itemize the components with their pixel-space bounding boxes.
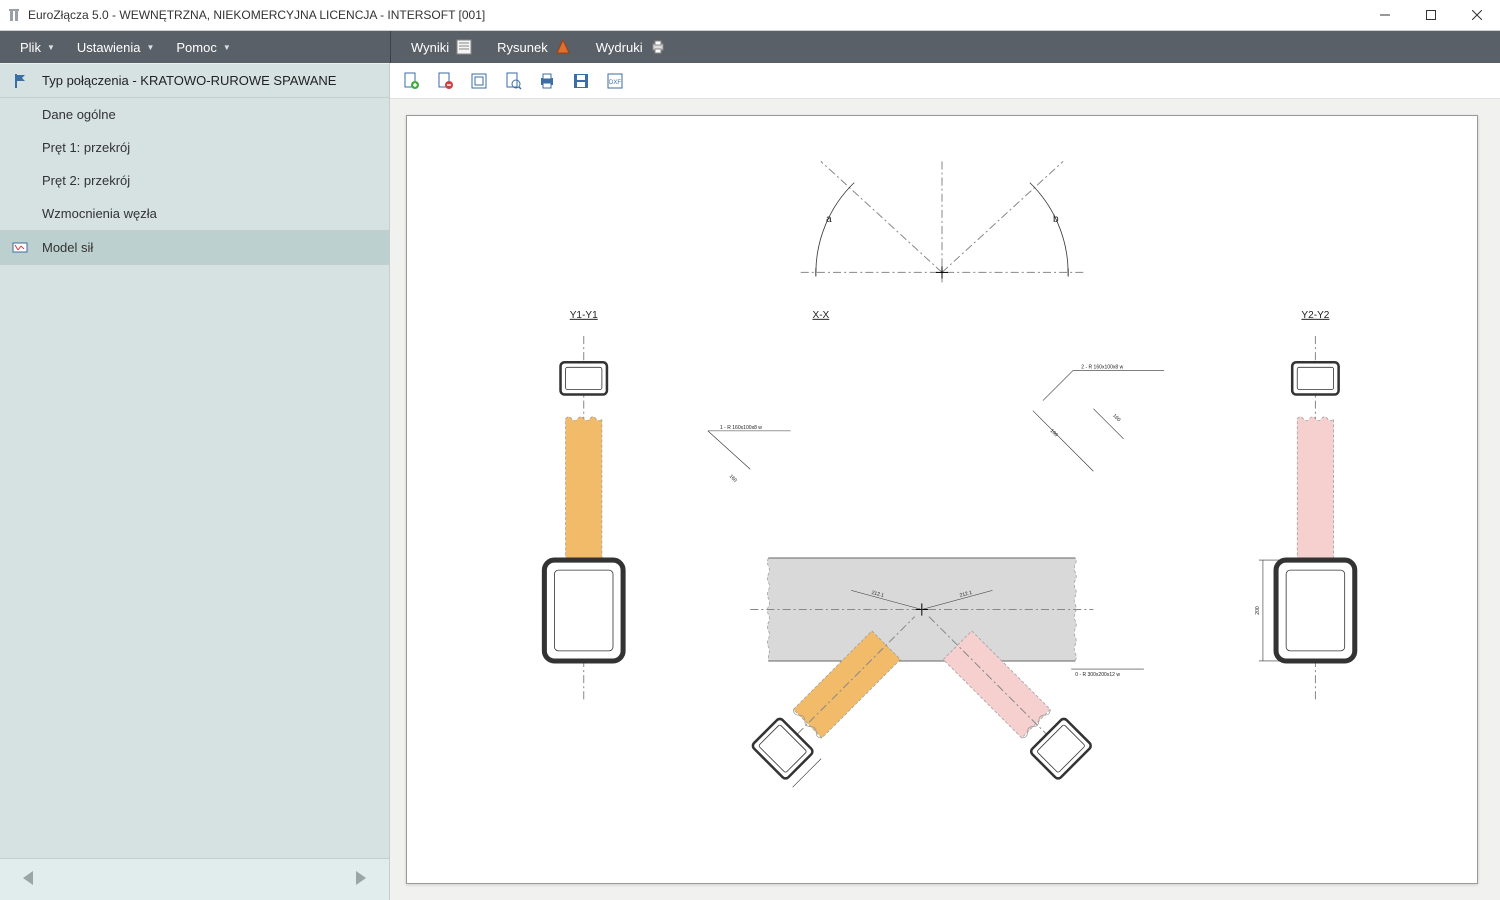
menu-wydruki[interactable]: Wydruki xyxy=(588,32,675,62)
print-icon[interactable] xyxy=(536,70,558,92)
svg-text:0 - R 300x200x12 w: 0 - R 300x200x12 w xyxy=(1075,672,1120,678)
workspace: Typ połączenia - KRATOWO-RUROWE SPAWANE … xyxy=(0,63,1500,900)
angle-diagram: a b xyxy=(801,161,1084,284)
page-zoom-icon[interactable] xyxy=(502,70,524,92)
svg-text:DXF: DXF xyxy=(609,80,621,86)
new-page-plus-icon[interactable] xyxy=(400,70,422,92)
dxf-export-icon[interactable]: DXF xyxy=(604,70,626,92)
svg-text:100: 100 xyxy=(1049,428,1059,438)
page-fit-icon[interactable] xyxy=(468,70,490,92)
maximize-button[interactable] xyxy=(1408,0,1454,31)
drawing-icon xyxy=(554,38,572,56)
tree-item-pret1[interactable]: Pręt 1: przekrój xyxy=(0,131,389,164)
new-page-minus-icon[interactable] xyxy=(434,70,456,92)
tree-item-pret2[interactable]: Pręt 2: przekrój xyxy=(0,164,389,197)
menu-wyniki[interactable]: Wyniki xyxy=(403,32,481,62)
tree-header-label: Typ połączenia - KRATOWO-RUROWE SPAWANE xyxy=(42,73,336,88)
chevron-down-icon: ▼ xyxy=(146,43,154,52)
svg-text:1 - R 160x100x8 w: 1 - R 160x100x8 w xyxy=(720,425,762,431)
flag-icon xyxy=(12,72,30,90)
tree-item-model-sil[interactable]: Model sił xyxy=(0,230,389,265)
tree-item-wzmocnienia[interactable]: Wzmocnienia węzła xyxy=(0,197,389,230)
section-y1y1 xyxy=(544,336,623,701)
tree-item-dane-ogolne[interactable]: Dane ogólne xyxy=(0,98,389,131)
menu-plik[interactable]: Plik▼ xyxy=(12,34,63,61)
section-y2y2: 200 xyxy=(1255,336,1355,701)
svg-text:b: b xyxy=(1053,214,1059,225)
chevron-down-icon: ▼ xyxy=(223,43,231,52)
results-icon xyxy=(455,38,473,56)
close-button[interactable] xyxy=(1454,0,1500,31)
tree-model-label: Model sił xyxy=(42,240,93,255)
svg-text:160: 160 xyxy=(728,474,738,484)
drawing-canvas-wrap: a b Y1-Y1 X-X Y2-Y2 xyxy=(390,99,1500,900)
menu-ustawienia[interactable]: Ustawienia▼ xyxy=(69,34,163,61)
menu-left: Plik▼ Ustawienia▼ Pomoc▼ xyxy=(0,31,390,63)
svg-text:200: 200 xyxy=(1255,606,1261,615)
window-titlebar: EuroZłącza 5.0 - WEWNĘTRZNA, NIEKOMERCYJ… xyxy=(0,0,1500,31)
svg-text:a: a xyxy=(826,214,832,225)
label-y1y1: Y1-Y1 xyxy=(570,310,598,321)
drawing-toolbar: DXF xyxy=(390,63,1500,99)
nav-next-icon[interactable] xyxy=(349,867,371,892)
menu-bar: Plik▼ Ustawienia▼ Pomoc▼ Wyniki Rysunek … xyxy=(0,31,1500,63)
save-icon[interactable] xyxy=(570,70,592,92)
tree-header-typ[interactable]: Typ połączenia - KRATOWO-RUROWE SPAWANE xyxy=(0,63,389,98)
section-xx: 1 - R 160x100x8 w 160 2 - R 160x100x8 w … xyxy=(708,364,1164,787)
label-y2y2: Y2-Y2 xyxy=(1301,310,1329,321)
print-icon xyxy=(649,38,667,56)
app-icon xyxy=(6,7,22,23)
menu-rysunek[interactable]: Rysunek xyxy=(489,32,580,62)
nav-prev-icon[interactable] xyxy=(18,867,40,892)
window-title: EuroZłącza 5.0 - WEWNĘTRZNA, NIEKOMERCYJ… xyxy=(28,8,485,22)
right-panel: DXF xyxy=(390,63,1500,900)
menu-right: Wyniki Rysunek Wydruki xyxy=(391,31,1500,63)
svg-text:2 - R 160x100x8 w: 2 - R 160x100x8 w xyxy=(1081,364,1123,370)
menu-pomoc[interactable]: Pomoc▼ xyxy=(168,34,238,61)
minimize-button[interactable] xyxy=(1362,0,1408,31)
drawing-canvas[interactable]: a b Y1-Y1 X-X Y2-Y2 xyxy=(406,115,1478,884)
left-panel: Typ połączenia - KRATOWO-RUROWE SPAWANE … xyxy=(0,63,390,900)
nav-footer xyxy=(0,858,389,900)
chevron-down-icon: ▼ xyxy=(47,43,55,52)
drawing-svg: a b Y1-Y1 X-X Y2-Y2 xyxy=(407,116,1477,883)
model-icon xyxy=(12,239,30,257)
label-xx: X-X xyxy=(812,310,829,321)
svg-text:160: 160 xyxy=(1111,413,1121,423)
window-controls xyxy=(1362,0,1500,31)
